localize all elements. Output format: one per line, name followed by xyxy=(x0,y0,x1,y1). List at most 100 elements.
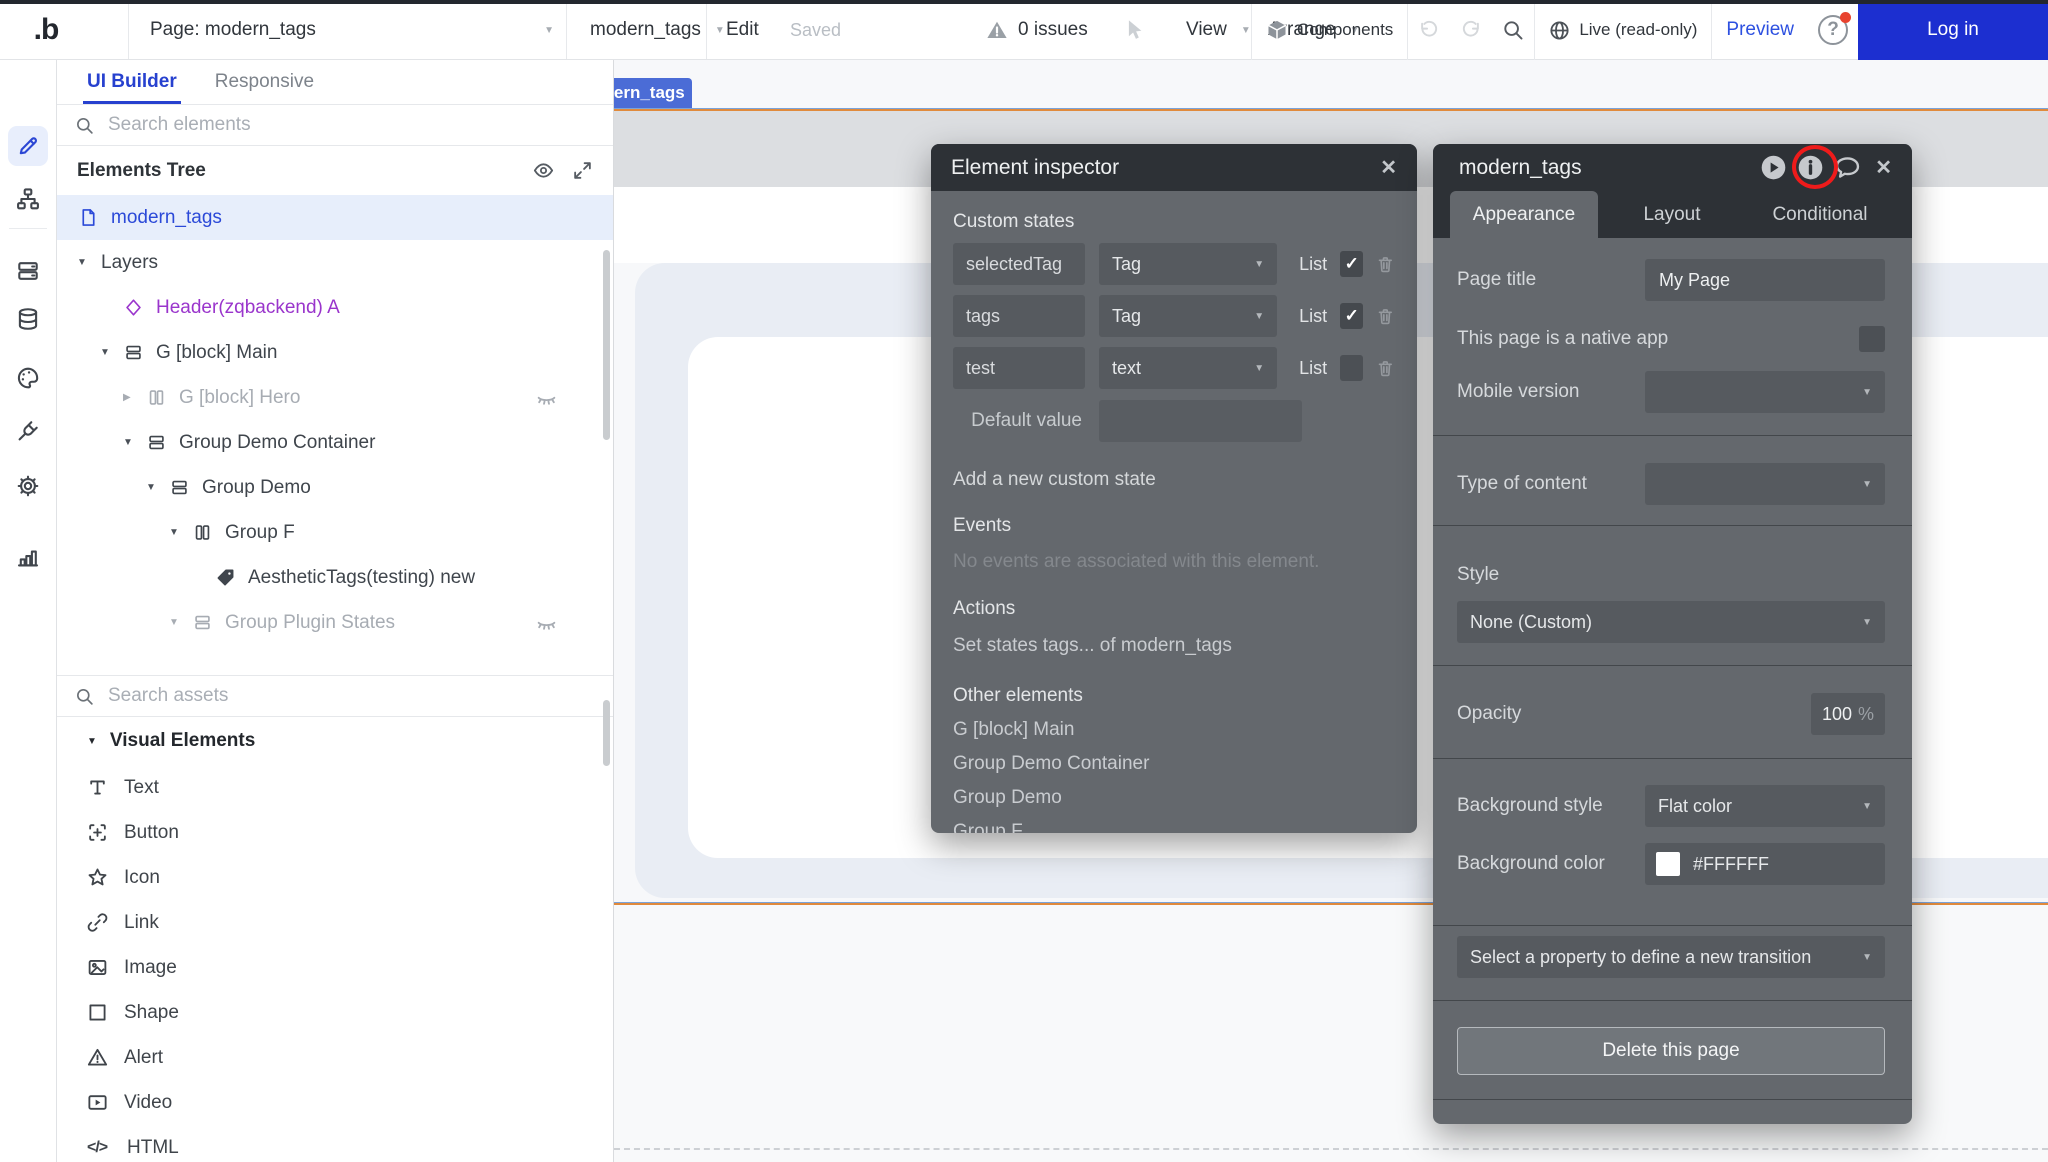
rail-item-settings[interactable] xyxy=(8,466,48,506)
edit-menu[interactable]: Edit xyxy=(726,0,759,60)
asset-item-shape[interactable]: Shape xyxy=(57,990,613,1035)
trash-icon[interactable] xyxy=(1376,306,1395,327)
close-icon[interactable]: ✕ xyxy=(1380,155,1397,180)
other-element-g-block-main[interactable]: G [block] Main xyxy=(953,719,1395,741)
state-type-dropdown[interactable]: Tag▼ xyxy=(1099,243,1277,285)
eye-closed-icon[interactable] xyxy=(536,387,557,408)
info-icon[interactable] xyxy=(1797,154,1824,181)
asset-item-image[interactable]: Image xyxy=(57,945,613,990)
opacity-input[interactable]: 100 % xyxy=(1811,693,1885,735)
preview-button[interactable]: Preview xyxy=(1712,0,1808,60)
tree-scrollbar[interactable] xyxy=(603,250,610,440)
rail-item-plugins[interactable] xyxy=(8,411,48,451)
delete-page-button[interactable]: Delete this page xyxy=(1457,1027,1885,1075)
view-menu[interactable]: View ▼ xyxy=(1186,0,1251,60)
style-dropdown[interactable]: None (Custom) ▼ xyxy=(1457,601,1885,643)
eye-icon[interactable] xyxy=(533,160,554,181)
tab-responsive[interactable]: Responsive xyxy=(215,60,314,104)
list-checkbox[interactable]: ✓ xyxy=(1340,303,1363,329)
background-style-dropdown[interactable]: Flat color ▼ xyxy=(1645,785,1885,827)
asset-item-icon[interactable]: Icon xyxy=(57,855,613,900)
chevron-down-icon[interactable]: ▼ xyxy=(77,257,101,268)
tree-item-g-block-hero[interactable]: ▶G [block] Hero xyxy=(57,375,613,420)
asset-item-button[interactable]: Button xyxy=(57,810,613,855)
asset-item-video[interactable]: Video xyxy=(57,1080,613,1125)
asset-item-alert[interactable]: Alert xyxy=(57,1035,613,1080)
cursor-tool[interactable] xyxy=(1122,0,1146,60)
chevron-down-icon[interactable]: ▼ xyxy=(100,347,124,358)
assets-search[interactable] xyxy=(57,675,613,717)
tab-layout[interactable]: Layout xyxy=(1598,191,1746,238)
play-icon[interactable] xyxy=(1760,154,1787,181)
element-inspector-header[interactable]: Element inspector ✕ xyxy=(931,144,1417,191)
state-name-input[interactable] xyxy=(953,347,1085,389)
search-elements-input[interactable] xyxy=(108,114,595,136)
property-editor-header[interactable]: modern_tags ✕ xyxy=(1433,144,1912,191)
search-button[interactable] xyxy=(1492,0,1534,60)
live-environment-selector[interactable]: Live (read-only) xyxy=(1535,0,1711,60)
asset-item-text[interactable]: Text xyxy=(57,765,613,810)
rail-item-workflow[interactable] xyxy=(8,179,48,219)
page-tab[interactable]: modern_tags xyxy=(614,78,692,108)
rail-item-styles[interactable] xyxy=(8,358,48,398)
tree-item-layers[interactable]: ▼Layers xyxy=(57,240,613,285)
tree-item-header-zqbackend-a[interactable]: Header(zqbackend) A xyxy=(57,285,613,330)
element-selector-dropdown[interactable]: modern_tags ▼ xyxy=(590,0,690,60)
tree-item-group-demo-container[interactable]: ▼Group Demo Container xyxy=(57,420,613,465)
chevron-right-icon[interactable]: ▶ xyxy=(123,392,147,403)
tree-item-aesthetictags-testing-new[interactable]: AestheticTags(testing) new xyxy=(57,555,613,600)
redo-button[interactable] xyxy=(1450,0,1492,60)
comment-icon[interactable] xyxy=(1834,154,1861,181)
undo-button[interactable] xyxy=(1408,0,1450,60)
other-element-group-f[interactable]: Group F xyxy=(953,821,1395,833)
chevron-down-icon[interactable]: ▼ xyxy=(169,527,193,538)
state-name-input[interactable] xyxy=(953,295,1085,337)
page-selector-dropdown[interactable]: Page: modern_tags ▼ xyxy=(150,0,554,60)
chevron-down-icon[interactable]: ▼ xyxy=(169,617,193,628)
tab-ui-builder[interactable]: UI Builder xyxy=(87,60,177,104)
background-color-picker[interactable]: #FFFFFF xyxy=(1645,843,1885,885)
action-item[interactable]: Set states tags... of modern_tags xyxy=(953,635,1395,657)
tree-item-g-block-main[interactable]: ▼G [block] Main xyxy=(57,330,613,375)
login-button[interactable]: Log in xyxy=(1858,0,2048,60)
eye-closed-icon[interactable] xyxy=(536,612,557,633)
other-element-group-demo[interactable]: Group Demo xyxy=(953,787,1395,809)
close-icon[interactable]: ✕ xyxy=(1875,155,1892,180)
elements-search[interactable] xyxy=(57,105,613,146)
help-button[interactable]: ? xyxy=(1808,0,1858,60)
visual-elements-section[interactable]: ▼ Visual Elements xyxy=(57,717,613,765)
trash-icon[interactable] xyxy=(1376,358,1395,379)
list-checkbox[interactable]: ✓ xyxy=(1340,251,1363,277)
add-custom-state-link[interactable]: Add a new custom state xyxy=(953,469,1395,491)
other-element-group-demo-container[interactable]: Group Demo Container xyxy=(953,753,1395,775)
chevron-down-icon[interactable]: ▼ xyxy=(123,437,147,448)
mobile-version-dropdown[interactable]: ▼ xyxy=(1645,371,1885,413)
list-checkbox[interactable] xyxy=(1340,355,1363,381)
transition-dropdown[interactable]: Select a property to define a new transi… xyxy=(1457,936,1885,978)
search-assets-input[interactable] xyxy=(108,685,595,707)
state-type-dropdown[interactable]: Tag▼ xyxy=(1099,295,1277,337)
rail-item-database[interactable] xyxy=(8,299,48,339)
native-app-checkbox[interactable] xyxy=(1859,326,1885,352)
tree-item-group-f[interactable]: ▼Group F xyxy=(57,510,613,555)
page-title-input[interactable] xyxy=(1645,259,1885,301)
components-button[interactable]: Components xyxy=(1252,0,1407,60)
asset-item-link[interactable]: Link xyxy=(57,900,613,945)
tab-conditional[interactable]: Conditional xyxy=(1746,191,1894,238)
default-value-input[interactable] xyxy=(1099,400,1302,442)
state-type-dropdown[interactable]: text▼ xyxy=(1099,347,1277,389)
tree-item-group-demo[interactable]: ▼Group Demo xyxy=(57,465,613,510)
type-of-content-dropdown[interactable]: ▼ xyxy=(1645,463,1885,505)
tab-appearance[interactable]: Appearance xyxy=(1450,191,1598,238)
tree-item-modern-tags-selected[interactable]: modern_tags xyxy=(57,195,613,240)
tree-item-group-plugin-states[interactable]: ▼Group Plugin States xyxy=(57,600,613,645)
issues-indicator[interactable]: 0 issues xyxy=(986,0,1088,60)
trash-icon[interactable] xyxy=(1376,254,1395,275)
assets-scrollbar[interactable] xyxy=(603,700,610,766)
bubble-logo[interactable]: .b xyxy=(16,0,76,60)
rail-item-data[interactable] xyxy=(8,251,48,291)
asset-item-html[interactable]: </>HTML xyxy=(57,1125,613,1162)
rail-item-design[interactable] xyxy=(8,126,48,166)
chevron-down-icon[interactable]: ▼ xyxy=(146,482,170,493)
expand-icon[interactable] xyxy=(572,160,593,181)
